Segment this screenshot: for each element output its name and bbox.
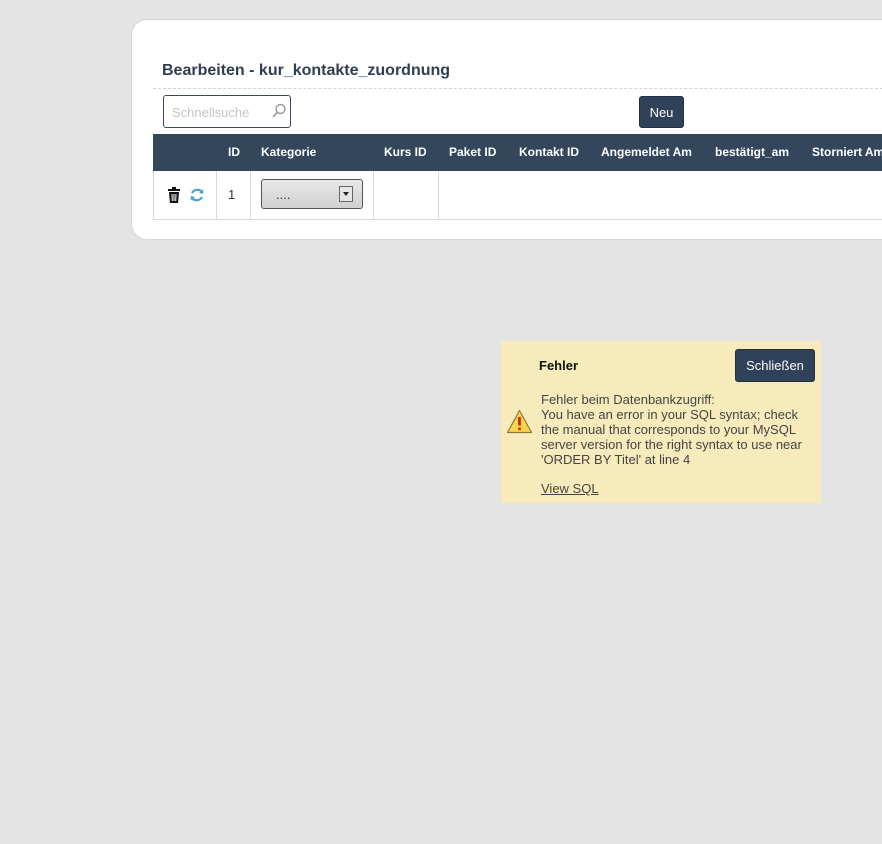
- search-input[interactable]: [172, 103, 268, 121]
- column-header-paket-id[interactable]: Paket ID: [449, 145, 496, 159]
- error-dialog: Fehler Schließen Fehler beim Datenbankzu…: [501, 341, 821, 503]
- table-row: 1 ....: [153, 171, 882, 220]
- column-header-id[interactable]: ID: [228, 145, 240, 159]
- title-divider: [153, 88, 882, 89]
- view-sql-link[interactable]: View SQL: [541, 481, 599, 496]
- grid-header: ID Kategorie Kurs ID Paket ID Kontakt ID…: [153, 134, 882, 171]
- dialog-title: Fehler: [539, 358, 579, 373]
- refresh-icon[interactable]: [189, 187, 205, 203]
- kategorie-select-value: ....: [276, 187, 291, 202]
- quick-search[interactable]: [163, 95, 291, 128]
- column-header-storniert-am[interactable]: Storniert Am: [812, 145, 882, 159]
- warning-icon: [506, 409, 533, 434]
- column-header-kurs-id[interactable]: Kurs ID: [384, 145, 427, 159]
- close-button[interactable]: Schließen: [735, 349, 815, 382]
- error-message-detail: You have an error in your SQL syntax; ch…: [541, 407, 802, 467]
- cell-divider: [438, 171, 439, 219]
- kategorie-select[interactable]: ....: [261, 179, 363, 209]
- error-message-heading: Fehler beim Datenbankzugriff:: [541, 392, 715, 407]
- column-header-bestaetigt-am[interactable]: bestätigt_am: [715, 145, 789, 159]
- trash-icon[interactable]: [167, 187, 181, 203]
- column-header-angemeldet-am[interactable]: Angemeldet Am: [601, 145, 692, 159]
- column-header-kategorie[interactable]: Kategorie: [261, 145, 316, 159]
- chevron-down-icon[interactable]: [339, 186, 353, 202]
- page-title: Bearbeiten - kur_kontakte_zuordnung: [162, 62, 451, 79]
- edit-panel: Bearbeiten - kur_kontakte_zuordnung Neu …: [131, 19, 882, 240]
- new-button[interactable]: Neu: [639, 96, 684, 128]
- cell-divider: [250, 171, 251, 219]
- cell-id: 1: [228, 187, 236, 202]
- cell-divider: [373, 171, 374, 219]
- cell-divider: [216, 171, 217, 219]
- column-header-kontakt-id[interactable]: Kontakt ID: [519, 145, 579, 159]
- search-icon[interactable]: [271, 102, 287, 120]
- error-message: Fehler beim Datenbankzugriff: You have a…: [541, 392, 815, 467]
